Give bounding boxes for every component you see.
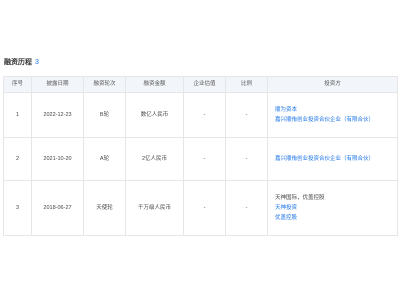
cell-index: 1 — [3, 92, 32, 138]
cell-index: 3 — [3, 180, 32, 236]
cell-round: 天使轮 — [83, 180, 126, 236]
col-header-date: 披露日期 — [31, 76, 84, 93]
section-count-badge: 3 — [35, 58, 39, 66]
cell-investors: 天神国际，优盖控股 天神投资 优盖控股 — [267, 180, 398, 236]
col-header-investors: 投资方 — [267, 76, 398, 93]
cell-round: B轮 — [83, 92, 126, 138]
col-header-ratio: 比例 — [225, 76, 268, 93]
cell-date: 2022-12-23 — [31, 92, 84, 138]
cell-investors: 顺为资本 嘉兴顺侑创业投资合伙企业（有限合伙） — [267, 92, 398, 138]
cell-ratio: - — [225, 180, 268, 236]
investor-link[interactable]: 嘉兴顺侑创业投资合伙企业（有限合伙） — [275, 156, 395, 163]
table-row: 1 2022-12-23 B轮 数亿人民币 - - 顺为资本 嘉兴顺侑创业投资合… — [3, 92, 398, 138]
cell-ratio: - — [225, 92, 268, 138]
cell-index: 2 — [3, 137, 32, 181]
cell-amount: 数亿人民币 — [125, 92, 184, 138]
investor-link[interactable]: 天神投资 — [275, 205, 395, 212]
cell-date: 2021-10-20 — [31, 137, 84, 181]
table-header-row: 序号 披露日期 融资轮次 融资金额 企业估值 比例 投资方 — [3, 76, 398, 93]
table-row: 3 2018-06-27 天使轮 千万级人民币 - - 天神国际，优盖控股 天神… — [3, 180, 398, 236]
cell-amount: 千万级人民币 — [125, 180, 184, 236]
col-header-round: 融资轮次 — [83, 76, 126, 93]
section-title: 融资历程 — [4, 59, 32, 66]
col-header-valuation: 企业估值 — [183, 76, 226, 93]
financing-history-header: 融资历程 3 — [4, 57, 39, 67]
investor-summary: 天神国际，优盖控股 — [275, 194, 325, 201]
col-header-index: 序号 — [3, 76, 32, 93]
investor-link[interactable]: 优盖控股 — [275, 215, 395, 222]
cell-valuation: - — [183, 92, 226, 138]
investor-link[interactable]: 嘉兴顺侑创业投资合伙企业（有限合伙） — [275, 117, 395, 124]
cell-amount: 2亿人民币 — [125, 137, 184, 181]
investor-link[interactable]: 顺为资本 — [275, 107, 395, 114]
cell-date: 2018-06-27 — [31, 180, 84, 236]
cell-valuation: - — [183, 137, 226, 181]
cell-round: A轮 — [83, 137, 126, 181]
cell-valuation: - — [183, 180, 226, 236]
financing-table: 序号 披露日期 融资轮次 融资金额 企业估值 比例 投资方 1 2022-12-… — [3, 76, 398, 236]
cell-investors: 嘉兴顺侑创业投资合伙企业（有限合伙） — [267, 137, 398, 181]
table-row: 2 2021-10-20 A轮 2亿人民币 - - 嘉兴顺侑创业投资合伙企业（有… — [3, 137, 398, 181]
col-header-amount: 融资金额 — [125, 76, 184, 93]
cell-ratio: - — [225, 137, 268, 181]
